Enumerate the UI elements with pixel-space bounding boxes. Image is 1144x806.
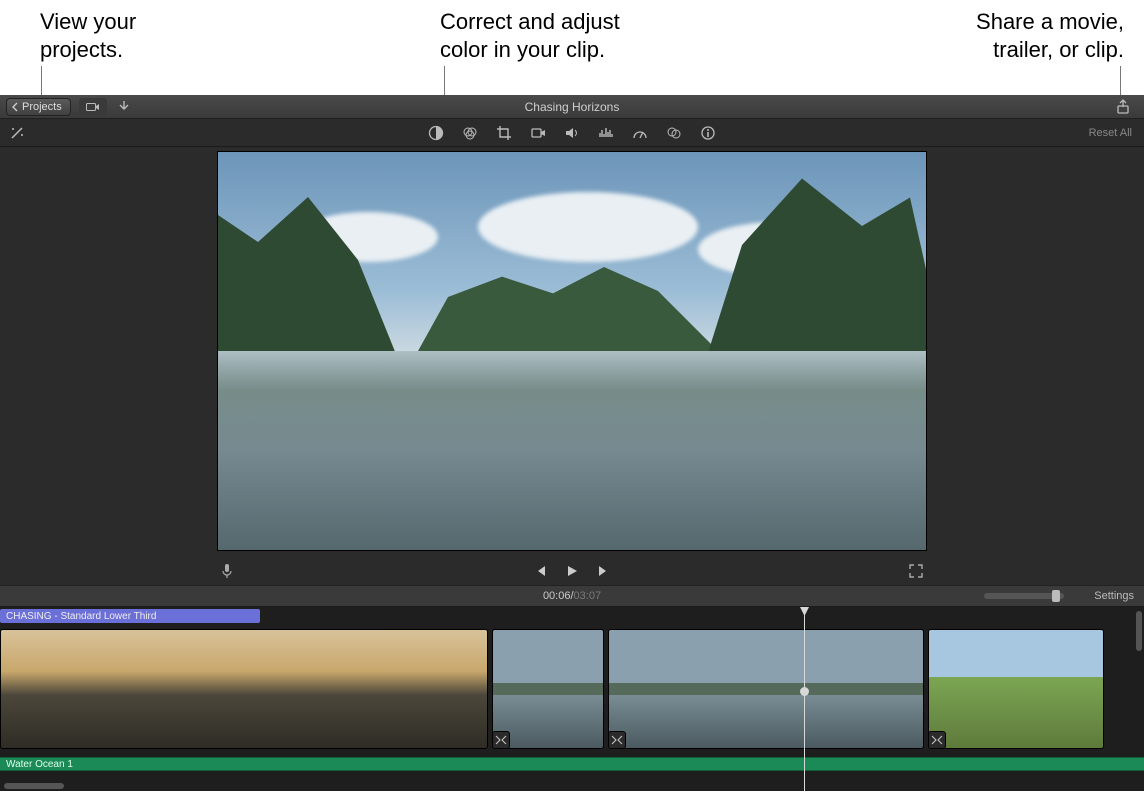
projects-button[interactable]: Projects — [6, 98, 71, 116]
clip-row — [0, 629, 1144, 749]
vertical-scrollbar[interactable] — [1136, 611, 1142, 651]
video-clip[interactable] — [492, 629, 604, 749]
playhead[interactable] — [804, 607, 805, 791]
playhead-handle[interactable] — [800, 687, 809, 696]
annotation-area: View your projects. Correct and adjust c… — [0, 0, 1144, 95]
title-clip-label: CHASING - Standard Lower Third — [6, 611, 156, 622]
annotation-share: Share a movie, trailer, or clip. — [976, 8, 1124, 63]
zoom-slider-thumb[interactable] — [1052, 590, 1060, 602]
color-balance-icon[interactable] — [427, 124, 445, 142]
transition-icon[interactable] — [608, 731, 626, 749]
clip-thumbnail — [609, 630, 923, 748]
timecode-row: 00:06 / 03:07 Settings — [0, 585, 1144, 607]
play-button[interactable] — [565, 564, 579, 578]
import-button[interactable] — [115, 98, 133, 116]
audio-track-label: Water Ocean 1 — [6, 759, 73, 770]
media-browser-button[interactable] — [79, 98, 107, 116]
crop-icon[interactable] — [495, 124, 513, 142]
timecode-duration: 03:07 — [574, 590, 602, 602]
transition-icon[interactable] — [492, 731, 510, 749]
volume-icon[interactable] — [563, 124, 581, 142]
skip-back-button[interactable] — [533, 564, 547, 578]
info-icon[interactable] — [699, 124, 717, 142]
projects-button-label: Projects — [22, 101, 62, 113]
titlebar: Projects Chasing Horizons — [0, 95, 1144, 119]
title-clip[interactable]: CHASING - Standard Lower Third — [0, 609, 260, 623]
timecode-current: 00:06 — [543, 590, 571, 602]
transition-icon[interactable] — [928, 731, 946, 749]
audio-track[interactable]: Water Ocean 1 — [0, 757, 1144, 771]
horizontal-scrollbar[interactable] — [4, 783, 64, 789]
chevron-left-icon — [11, 102, 18, 112]
timeline[interactable]: CHASING - Standard Lower Third — [0, 607, 1144, 791]
viewer-zone — [0, 147, 1144, 585]
clip-thumbnail — [929, 630, 1103, 748]
skip-forward-button[interactable] — [597, 564, 611, 578]
noise-reduction-icon[interactable] — [597, 124, 615, 142]
annotation-projects: View your projects. — [40, 8, 136, 63]
speed-icon[interactable] — [631, 124, 649, 142]
video-clip[interactable] — [0, 629, 488, 749]
filter-icon[interactable] — [665, 124, 683, 142]
viewer[interactable] — [217, 151, 927, 551]
zoom-slider[interactable] — [984, 593, 1064, 599]
edit-toolbar: Reset All — [0, 119, 1144, 147]
annotation-color: Correct and adjust color in your clip. — [440, 8, 620, 63]
voiceover-button[interactable] — [221, 563, 233, 579]
clip-thumbnail — [493, 630, 603, 748]
app-window: Projects Chasing Horizons — [0, 95, 1144, 791]
stabilization-icon[interactable] — [529, 124, 547, 142]
edit-icon-row — [0, 124, 1144, 142]
project-title: Chasing Horizons — [0, 100, 1144, 114]
reset-all-button[interactable]: Reset All — [1089, 127, 1132, 139]
preview-image — [218, 152, 926, 550]
fullscreen-button[interactable] — [909, 564, 923, 578]
video-clip[interactable] — [928, 629, 1104, 749]
color-correction-icon[interactable] — [461, 124, 479, 142]
clip-thumbnail — [1, 630, 487, 748]
settings-button[interactable]: Settings — [1094, 590, 1134, 602]
video-clip[interactable] — [608, 629, 924, 749]
playback-controls — [217, 557, 927, 585]
share-button[interactable] — [1112, 98, 1134, 116]
